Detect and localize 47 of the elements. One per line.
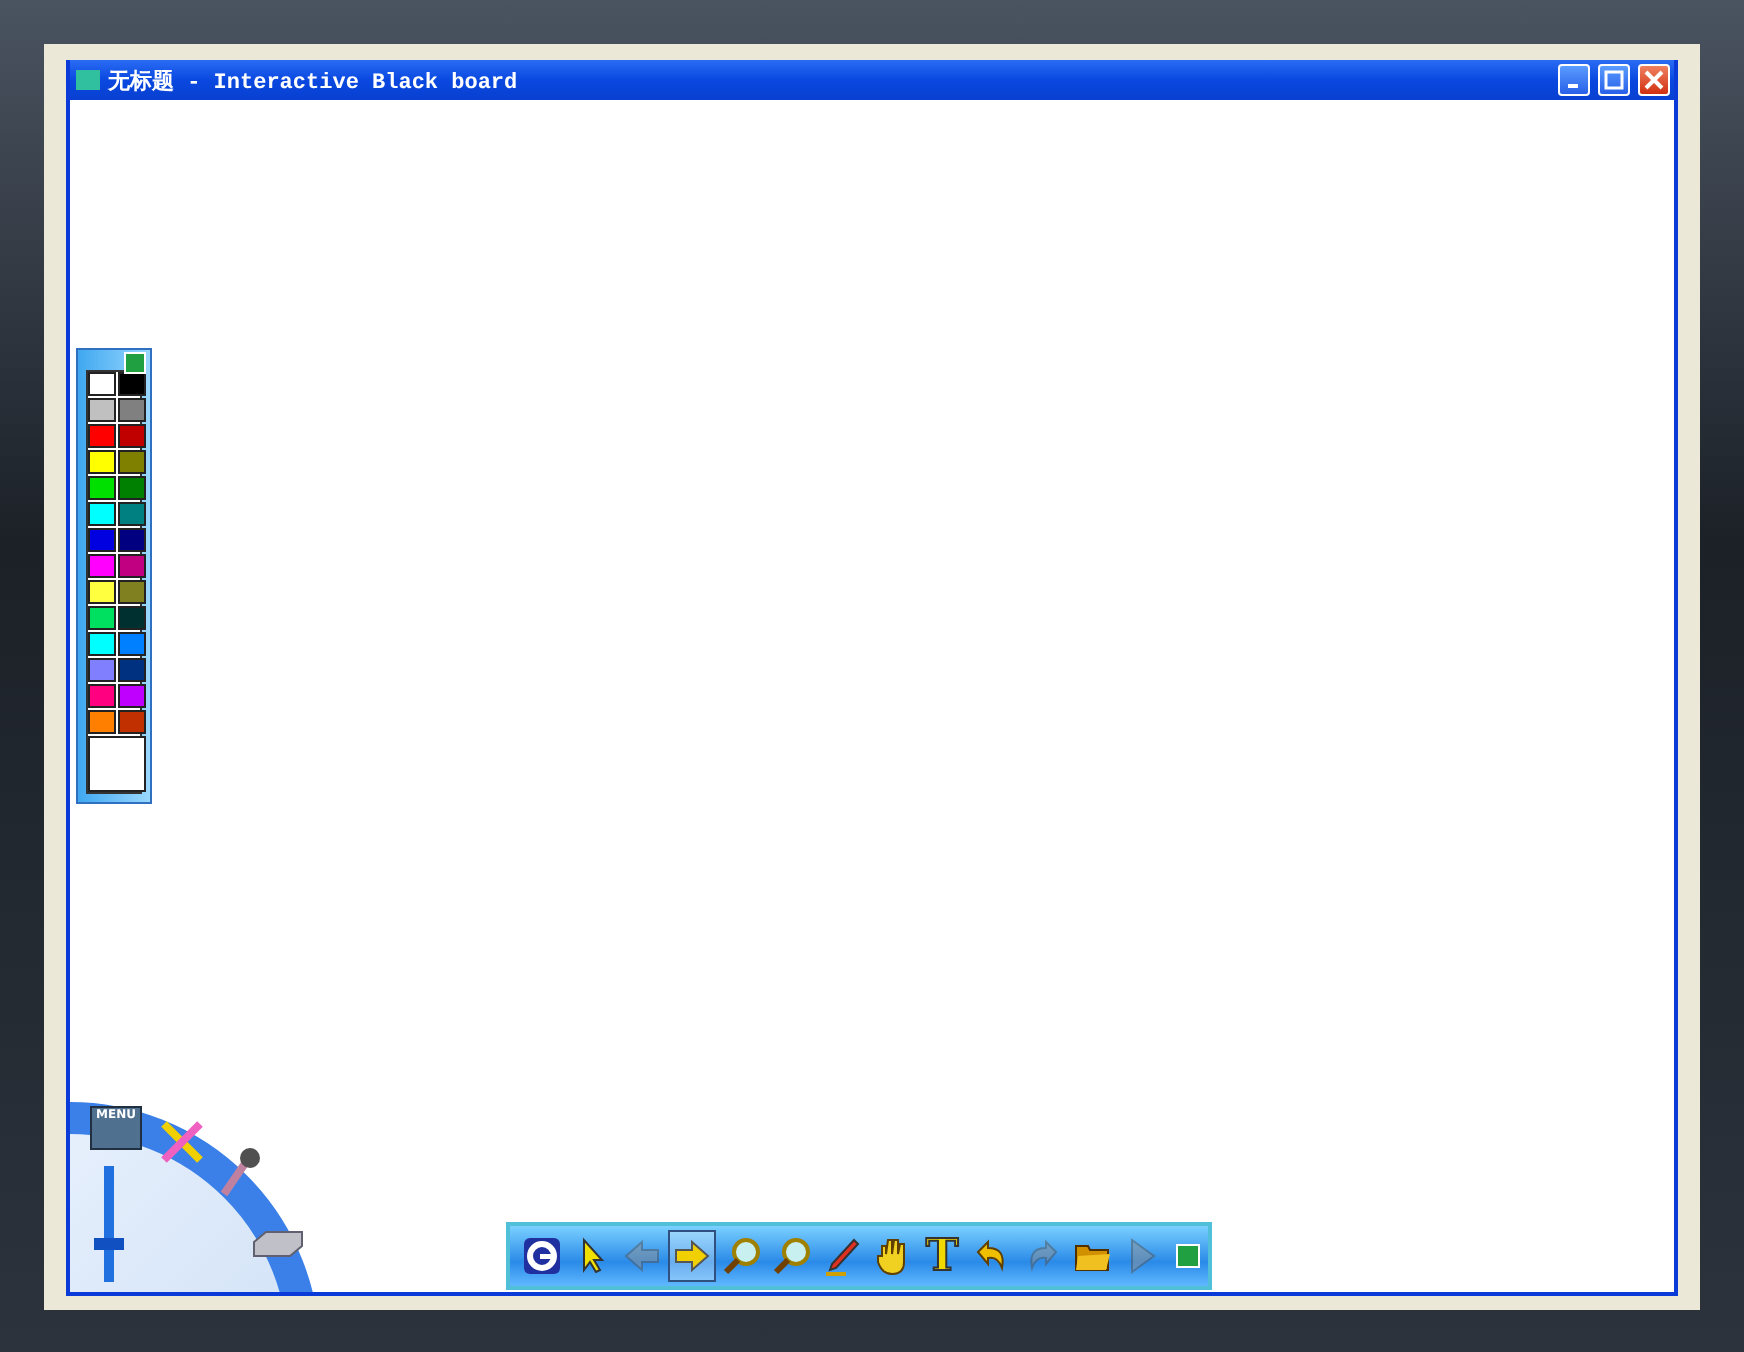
color-swatch[interactable] <box>88 502 116 526</box>
color-swatch[interactable] <box>118 606 146 630</box>
color-swatch[interactable] <box>118 580 146 604</box>
close-icon[interactable] <box>1176 1244 1200 1268</box>
right-arrow-icon <box>672 1236 712 1276</box>
minimize-button[interactable] <box>1558 64 1590 96</box>
color-swatch[interactable] <box>118 476 146 500</box>
color-swatch[interactable] <box>88 710 116 734</box>
microphone-icon[interactable] <box>218 1146 262 1198</box>
slider-thumb[interactable] <box>94 1238 124 1251</box>
color-swatch[interactable] <box>118 710 146 734</box>
color-swatch[interactable] <box>88 398 116 422</box>
color-swatch[interactable] <box>88 450 116 474</box>
close-icon <box>1644 70 1664 90</box>
color-swatch[interactable] <box>88 424 116 448</box>
color-swatch[interactable] <box>118 684 146 708</box>
color-swatch[interactable] <box>88 580 116 604</box>
color-swatch[interactable] <box>118 632 146 656</box>
color-swatch[interactable] <box>88 632 116 656</box>
color-swatch[interactable] <box>88 528 116 552</box>
color-swatch[interactable] <box>88 476 116 500</box>
color-swatch[interactable] <box>118 554 146 578</box>
maximize-icon <box>1604 70 1624 90</box>
color-swatch[interactable] <box>118 528 146 552</box>
color-swatch[interactable] <box>88 658 116 682</box>
maximize-button[interactable] <box>1598 64 1630 96</box>
eraser-icon[interactable] <box>250 1230 306 1258</box>
color-swatch[interactable] <box>118 424 146 448</box>
zoom-in-icon <box>722 1236 762 1276</box>
color-swatch[interactable] <box>118 658 146 682</box>
zoom-out-icon <box>772 1236 812 1276</box>
color-swatch[interactable] <box>118 398 146 422</box>
color-swatch[interactable] <box>118 450 146 474</box>
color-swatch[interactable] <box>88 606 116 630</box>
app-icon <box>76 70 100 90</box>
color-swatch[interactable] <box>88 372 116 396</box>
close-button[interactable] <box>1638 64 1670 96</box>
e-logo-icon <box>522 1236 562 1276</box>
tool-button[interactable] <box>668 1230 716 1282</box>
color-swatch[interactable] <box>88 684 116 708</box>
color-swatch[interactable] <box>88 554 116 578</box>
pen-icon <box>822 1236 862 1276</box>
color-swatch[interactable] <box>118 502 146 526</box>
tools-icon[interactable] <box>158 1118 206 1166</box>
window-title: 无标题 - Interactive Black board <box>108 67 520 95</box>
color-swatch[interactable] <box>118 372 146 396</box>
left-arrow-icon <box>622 1236 662 1276</box>
